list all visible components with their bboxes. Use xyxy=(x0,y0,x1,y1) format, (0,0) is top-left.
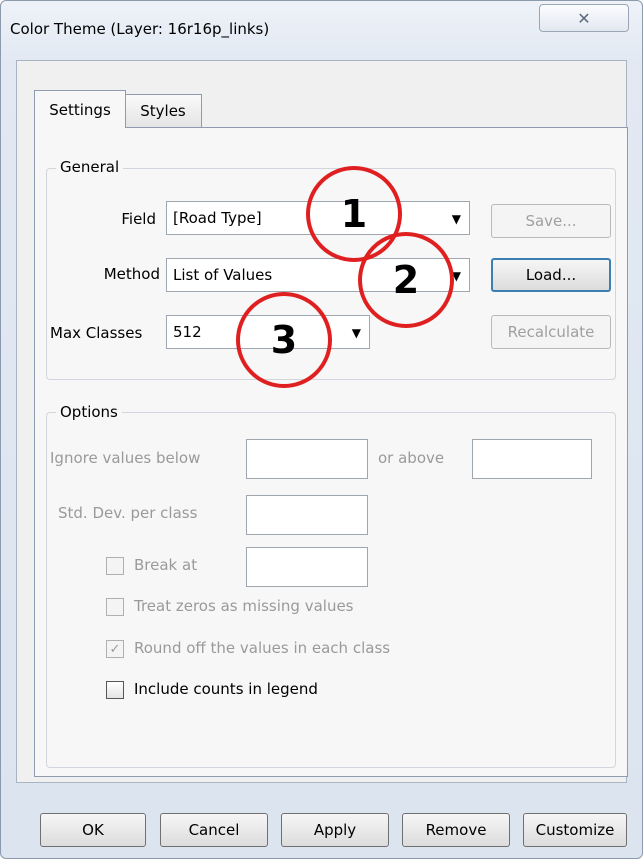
method-label: Method xyxy=(103,265,160,283)
max-classes-value: 512 xyxy=(173,323,202,341)
apply-button[interactable]: Apply xyxy=(281,813,389,847)
field-label: Field xyxy=(121,210,156,228)
window-title: Color Theme (Layer: 16r16p_links) xyxy=(10,20,270,38)
include-counts-checkbox[interactable] xyxy=(106,681,124,699)
ok-button[interactable]: OK xyxy=(40,813,146,847)
max-classes-label: Max Classes xyxy=(50,324,143,342)
chevron-down-icon[interactable]: ▼ xyxy=(452,212,461,226)
checkmark-icon: ✓ xyxy=(109,641,121,657)
callout-3: 3 xyxy=(236,292,332,388)
or-above-label: or above xyxy=(378,449,445,467)
tab-styles-label: Styles xyxy=(140,102,186,120)
break-at-input[interactable] xyxy=(246,547,368,587)
std-dev-input[interactable] xyxy=(246,495,368,535)
tab-settings-label: Settings xyxy=(49,100,111,119)
include-counts-label: Include counts in legend xyxy=(134,680,318,698)
std-dev-label: Std. Dev. per class xyxy=(58,504,198,522)
options-group-title: Options xyxy=(56,403,122,421)
treat-zeros-checkbox[interactable] xyxy=(106,598,124,616)
ignore-below-input[interactable] xyxy=(246,439,368,479)
ignore-below-label: Ignore values below xyxy=(50,449,201,467)
close-button[interactable]: ✕ xyxy=(539,4,629,32)
tab-settings[interactable]: Settings xyxy=(34,90,126,128)
break-at-checkbox[interactable] xyxy=(106,557,124,575)
title-bar[interactable]: Color Theme (Layer: 16r16p_links) ✕ xyxy=(0,0,643,60)
round-off-label: Round off the values in each class xyxy=(134,639,391,657)
save-button[interactable]: Save... xyxy=(491,204,611,238)
close-icon: ✕ xyxy=(577,8,591,28)
cancel-button[interactable]: Cancel xyxy=(160,813,268,847)
customize-button[interactable]: Customize xyxy=(523,813,627,847)
load-button[interactable]: Load... xyxy=(491,258,611,292)
general-group-title: General xyxy=(56,158,124,176)
round-off-checkbox[interactable]: ✓ xyxy=(106,640,124,658)
tab-styles[interactable]: Styles xyxy=(124,94,202,127)
or-above-input[interactable] xyxy=(472,439,592,479)
recalculate-button[interactable]: Recalculate xyxy=(491,315,611,349)
remove-button[interactable]: Remove xyxy=(402,813,510,847)
treat-zeros-label: Treat zeros as missing values xyxy=(134,597,354,615)
break-at-label: Break at xyxy=(134,556,198,574)
chevron-down-icon[interactable]: ▼ xyxy=(352,326,361,340)
method-select-value: List of Values xyxy=(173,266,273,284)
callout-2: 2 xyxy=(358,232,454,328)
field-select-value: [Road Type] xyxy=(173,209,262,227)
